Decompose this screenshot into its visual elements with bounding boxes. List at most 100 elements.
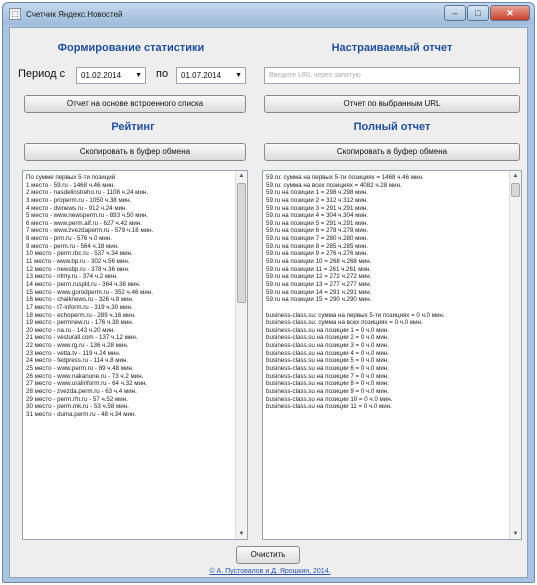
report-line: business-class.su на позиции 11 = 0 ч.0 … [266,403,392,411]
scroll-up-icon[interactable]: ▲ [510,171,521,181]
report-line: По сумме первых 5-ти позиций [26,174,116,181]
report-line: business-class.su на позиции 1 = 0 ч.0 м… [266,326,389,334]
report-line: business-class.su на позиции 4 = 0 ч.0 м… [266,349,389,357]
rating-heading: Рейтинг [111,121,155,133]
chevron-down-icon: ▼ [235,72,242,79]
report-line: business-class.su на позиции 8 = 0 ч.0 м… [266,380,389,388]
report-line: 2 место - nasdelinstreho.ru - 1108 ч.24 … [26,189,149,197]
report-line: 59.ru: сумма на всех позициях = 4082 ч.2… [266,181,402,189]
title-bar[interactable]: ⬚ Счетчик Яндекс.Новостей – □ ✕ [3,3,534,25]
report-line: 24 место - fedpress.ru - 114 ч.8 мин. [26,357,129,365]
report-line: 59.ru на позиции 13 = 277 ч.277 мин. [266,280,372,288]
full-lines: 59.ru: сумма на первых 5-ти позициях = 1… [266,174,445,411]
date-from-value: 01.02.2014 [81,71,122,80]
report-line: 10 место - perm.rbc.ru - 537 ч.34 мин. [26,250,133,258]
report-line: business-class.su на позиции 2 = 0 ч.0 м… [266,334,389,342]
report-line: 23 место - vetta.tv - 119 ч.24 мин. [26,349,121,357]
window-title: Счетчик Яндекс.Новостей [26,9,123,19]
report-line: 7 место - www.zvezdaperm.ru - 579 ч.16 м… [26,227,154,235]
report-line: 59.ru на позиции 7 = 280 ч.280 мин. [266,235,368,243]
report-line: business-class.su на позиции 6 = 0 ч.0 м… [266,365,389,373]
report-line: 59.ru на позиции 2 = 312 ч.312 мин. [266,196,368,204]
full-textbox[interactable]: 59.ru: сумма на первых 5-ти позициях = 1… [262,170,522,540]
minimize-button[interactable]: – [444,5,466,21]
url-input[interactable]: Введите URL через запятую [264,67,520,84]
report-line: 22 место - www.rg.ru - 136 ч.28 мин. [26,342,129,350]
report-line: 17 место - t7-inform.ru - 319 ч.30 мин. [26,303,133,311]
close-button[interactable]: ✕ [490,5,530,21]
report-line: 5 место - www.newsperm.ru - 893 ч.50 мин… [26,212,149,220]
report-line: 59.ru на позиции 8 = 285 ч.285 мин. [266,242,368,250]
report-line: business-class.su на позиции 7 = 0 ч.0 м… [266,372,389,380]
report-line: 59.ru на позиции 4 = 304 ч.304 мин. [266,212,368,220]
client-area: Формирование статистики Период с 01.02.2… [9,27,528,578]
report-line: 59.ru на позиции 5 = 291 ч.291 мин. [266,219,368,227]
report-line: 26 место - www.nakanune.ru - 73 ч.2 мин. [26,372,144,380]
scroll-up-icon[interactable]: ▲ [236,171,247,181]
report-line: 20 место - na.ru - 143 ч.20 мин. [26,326,116,334]
scroll-down-icon[interactable]: ▼ [510,529,521,539]
full-heading: Полный отчет [353,121,431,133]
chevron-down-icon: ▼ [135,72,142,79]
window-controls: – □ ✕ [443,5,530,21]
report-line: 11 место - www.bp.ru - 302 ч.56 мин. [26,258,130,266]
report-line: 59.ru на позиции 11 = 261 ч.261 мин. [266,265,371,273]
scroll-down-icon[interactable]: ▼ [236,529,247,539]
report-line: 14 место - perm.rusplit.ru - 364 ч.38 ми… [26,280,141,288]
selected-report-button[interactable]: Отчет по выбранным URL [264,95,520,113]
stats-heading: Формирование статистики [57,42,205,54]
report-line: 28 место - zvezda.perm.ru - 63 ч.4 мин. [26,387,137,395]
rating-copy-button[interactable]: Скопировать в буфер обмена [24,143,246,161]
report-line: 59.ru: сумма на первых 5-ти позициях = 1… [266,174,424,181]
maximize-button[interactable]: □ [467,5,489,21]
period-to-label: по [156,68,169,80]
report-line: 59.ru на позиции 15 = 290 ч.290 мин. [266,296,372,304]
report-line: 16 место - chaiknews.ru - 326 ч.8 мин. [26,296,134,304]
date-from-picker[interactable]: 01.02.2014 ▼ [76,67,146,84]
report-line: 59.ru на позиции 10 = 268 ч.268 мин. [266,258,372,266]
report-line: business-class.su: сумма на всех позиция… [266,319,423,327]
report-line: 30 место - perm.mk.ru - 53 ч.58 мин. [26,403,129,411]
report-line: 27 место - www.uralinform.ru - 64 ч.32 м… [26,380,148,388]
full-copy-button[interactable]: Скопировать в буфер обмена [264,143,520,161]
report-line: 19 место - permnew.ru - 176 ч.38 мин. [26,319,134,327]
date-to-value: 01.07.2014 [181,71,222,80]
report-line [266,304,445,312]
rating-scrollbar[interactable]: ▲ ▼ [235,171,247,539]
clear-button[interactable]: Очистить [236,546,300,564]
report-line: 18 место - echoperm.ru - 289 ч.16 мин. [26,311,136,319]
report-line: 29 место - perm.rfn.ru - 57 ч.52 мин. [26,395,128,403]
report-line: 1 место - 59.ru - 1468 ч.46 мин. [26,181,116,189]
report-line: 4 место - dvinews.ru - 912 ч.24 мин. [26,204,128,212]
app-window: ⬚ Счетчик Яндекс.Новостей – □ ✕ Формиров… [2,2,535,583]
footer-credits-link[interactable]: © А. Пустовалов и Д. Ярошкин, 2014. [170,568,370,575]
report-line: 25 место - www.perm.ru - 89 ч.48 мин. [26,365,134,373]
report-line: business-class.su на позиции 5 = 0 ч.0 м… [266,357,389,365]
report-line: 8 место - prm.ru - 576 ч.0 мин. [26,235,113,243]
report-line: 59.ru на позиции 3 = 291 ч.291 мин. [266,204,368,212]
report-line: 59.ru на позиции 6 = 278 ч.278 мин. [266,227,368,235]
report-line: business-class.su на позиции 10 = 0 ч.0 … [266,395,393,403]
report-line: business-class.su на позиции 3 = 0 ч.0 м… [266,342,389,350]
report-line: 59.ru на позиции 14 = 291 ч.291 мин. [266,288,372,296]
app-icon: ⬚ [9,8,21,20]
report-line: 59.ru на позиции 9 = 276 ч.276 мин. [266,250,368,258]
report-line: business-class.su: сумма на первых 5-ти … [266,311,445,319]
report-line: business-class.su на позиции 9 = 0 ч.0 м… [266,387,389,395]
report-line: 15 место - www.gorodperm.ru - 352 ч.46 м… [26,288,153,296]
rating-lines: По сумме первых 5-ти позиций 1 место - 59… [26,174,153,419]
report-line: 12 место - newsbp.ru - 378 ч.36 мин. [26,265,130,273]
full-scrollbar[interactable]: ▲ ▼ [509,171,521,539]
rating-textbox[interactable]: По сумме первых 5-ти позиций 1 место - 59… [22,170,248,540]
scroll-thumb[interactable] [511,183,520,197]
report-line: 13 место - nfmy.ru - 374 ч.2 мин. [26,273,118,281]
report-line: 59.ru на позиции 1 = 298 ч.298 мин. [266,189,368,197]
report-line: 9 место - perm.ru - 564 ч.18 мин. [26,242,119,250]
report-line: 6 место - www.perm.aif.ru - 627 ч.42 мин… [26,219,142,227]
report-line: 3 место - properm.ru - 1050 ч.38 мин. [26,196,132,204]
report-line: 59.ru на позиции 12 = 272 ч.272 мин. [266,273,372,281]
custom-heading: Настраиваемый отчет [331,42,453,54]
builtin-report-button[interactable]: Отчет на основе встроенного списка [24,95,246,113]
scroll-thumb[interactable] [237,183,246,303]
date-to-picker[interactable]: 01.07.2014 ▼ [176,67,246,84]
